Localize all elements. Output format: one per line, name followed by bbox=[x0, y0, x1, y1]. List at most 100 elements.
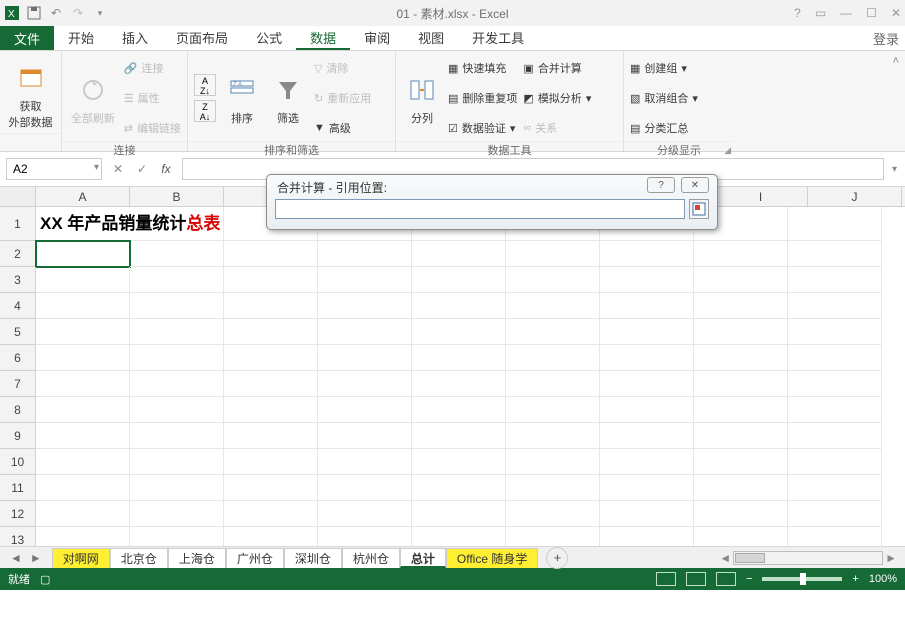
cell[interactable] bbox=[600, 423, 694, 449]
zoom-level[interactable]: 100% bbox=[869, 573, 897, 585]
sheet-tab[interactable]: 北京仓 bbox=[110, 548, 168, 568]
sign-in-link[interactable]: 登录 bbox=[873, 29, 899, 48]
cell[interactable] bbox=[36, 371, 130, 397]
cell[interactable] bbox=[412, 423, 506, 449]
cell[interactable] bbox=[224, 397, 318, 423]
cell[interactable] bbox=[412, 527, 506, 546]
cell[interactable] bbox=[694, 527, 788, 546]
cell[interactable] bbox=[318, 423, 412, 449]
cell[interactable] bbox=[506, 345, 600, 371]
cell[interactable] bbox=[506, 319, 600, 345]
cell[interactable] bbox=[788, 371, 882, 397]
clear-filter-item[interactable]: ▽清除 bbox=[314, 55, 371, 81]
help-icon[interactable]: ? bbox=[794, 6, 801, 20]
cell[interactable] bbox=[224, 371, 318, 397]
sheet-tab[interactable]: 杭州仓 bbox=[342, 548, 400, 568]
cell[interactable] bbox=[318, 475, 412, 501]
cell[interactable] bbox=[36, 319, 130, 345]
cell[interactable] bbox=[506, 241, 600, 267]
cell[interactable] bbox=[224, 241, 318, 267]
cell[interactable] bbox=[36, 527, 130, 546]
cell[interactable] bbox=[412, 397, 506, 423]
zoom-slider[interactable] bbox=[762, 577, 842, 581]
cell[interactable] bbox=[600, 449, 694, 475]
cell[interactable] bbox=[36, 501, 130, 527]
tab-data[interactable]: 数据 bbox=[296, 26, 350, 50]
cell[interactable] bbox=[318, 345, 412, 371]
cell[interactable] bbox=[36, 241, 130, 267]
cell[interactable] bbox=[130, 475, 224, 501]
column-header[interactable]: I bbox=[714, 187, 808, 206]
ribbon-collapse-icon[interactable]: ˄ bbox=[893, 55, 899, 67]
column-header[interactable]: A bbox=[36, 187, 130, 206]
edit-links-item[interactable]: ⇄编辑链接 bbox=[124, 115, 181, 141]
filter-button[interactable]: 筛选 bbox=[268, 70, 308, 126]
cell[interactable] bbox=[600, 475, 694, 501]
cell[interactable] bbox=[506, 371, 600, 397]
cell[interactable] bbox=[318, 527, 412, 546]
tab-page-layout[interactable]: 页面布局 bbox=[162, 26, 242, 50]
cell[interactable] bbox=[224, 293, 318, 319]
sheet-tab[interactable]: Office 随身学 bbox=[446, 548, 538, 568]
data-validation-item[interactable]: ☑数据验证 ▾ bbox=[448, 115, 517, 141]
hscroll-left-icon[interactable]: ◄ bbox=[719, 551, 731, 565]
dialog-launcher-icon[interactable]: ◢ bbox=[724, 145, 731, 156]
sheet-tab[interactable]: 广州仓 bbox=[226, 548, 284, 568]
row-header[interactable]: 6 bbox=[0, 345, 36, 371]
sheet-tab[interactable]: 上海仓 bbox=[168, 548, 226, 568]
cell[interactable] bbox=[694, 397, 788, 423]
relationships-item[interactable]: ∞关系 bbox=[523, 115, 591, 141]
ribbon-display-icon[interactable]: ▭ bbox=[815, 6, 826, 20]
cell[interactable] bbox=[694, 449, 788, 475]
cell[interactable] bbox=[506, 397, 600, 423]
sheet-nav-prev-icon[interactable]: ◄ bbox=[10, 551, 22, 565]
sort-asc-button[interactable]: AZ↓ bbox=[194, 74, 216, 96]
cell[interactable] bbox=[412, 501, 506, 527]
cell[interactable] bbox=[318, 241, 412, 267]
cell[interactable] bbox=[788, 501, 882, 527]
cell-A1[interactable]: XX 年产品销量统计总表 bbox=[36, 207, 224, 241]
enter-formula-icon[interactable]: ✓ bbox=[130, 162, 154, 176]
tab-file[interactable]: 文件 bbox=[0, 26, 54, 50]
ungroup-item[interactable]: ▧取消组合 ▾ bbox=[630, 85, 698, 111]
reference-input[interactable] bbox=[275, 199, 685, 219]
cell[interactable] bbox=[788, 293, 882, 319]
cell[interactable] bbox=[224, 267, 318, 293]
cell[interactable] bbox=[506, 475, 600, 501]
remove-duplicates-item[interactable]: ▤删除重复项 bbox=[448, 85, 517, 111]
cell[interactable] bbox=[600, 267, 694, 293]
row-header[interactable]: 11 bbox=[0, 475, 36, 501]
cell[interactable] bbox=[694, 475, 788, 501]
row-header[interactable]: 10 bbox=[0, 449, 36, 475]
cancel-formula-icon[interactable]: ✕ bbox=[106, 162, 130, 176]
cell[interactable] bbox=[130, 241, 224, 267]
row-header[interactable]: 1 bbox=[0, 207, 36, 241]
cell[interactable] bbox=[36, 449, 130, 475]
row-header[interactable]: 12 bbox=[0, 501, 36, 527]
sort-button[interactable]: Z A 排序 bbox=[222, 70, 262, 126]
cell[interactable] bbox=[600, 293, 694, 319]
cell[interactable] bbox=[600, 241, 694, 267]
zoom-out-icon[interactable]: − bbox=[746, 573, 752, 585]
cell[interactable] bbox=[788, 267, 882, 293]
cell[interactable] bbox=[506, 267, 600, 293]
cell[interactable] bbox=[412, 267, 506, 293]
cell[interactable] bbox=[318, 319, 412, 345]
cell[interactable] bbox=[36, 345, 130, 371]
cell[interactable] bbox=[36, 267, 130, 293]
cell[interactable] bbox=[130, 371, 224, 397]
row-header[interactable]: 2 bbox=[0, 241, 36, 267]
cell[interactable] bbox=[130, 319, 224, 345]
cell[interactable] bbox=[694, 293, 788, 319]
cell[interactable] bbox=[412, 371, 506, 397]
row-header[interactable]: 9 bbox=[0, 423, 36, 449]
cell[interactable] bbox=[412, 449, 506, 475]
redo-icon[interactable]: ↷ bbox=[70, 5, 86, 21]
formula-bar-expand-icon[interactable]: ▾ bbox=[892, 164, 905, 175]
subtotal-item[interactable]: ▤分类汇总 bbox=[630, 115, 698, 141]
cell[interactable] bbox=[224, 527, 318, 546]
reapply-item[interactable]: ↻重新应用 bbox=[314, 85, 371, 111]
name-box[interactable]: A2 ▾ bbox=[6, 158, 102, 180]
cell[interactable] bbox=[36, 397, 130, 423]
sheet-tab[interactable]: 深圳仓 bbox=[284, 548, 342, 568]
